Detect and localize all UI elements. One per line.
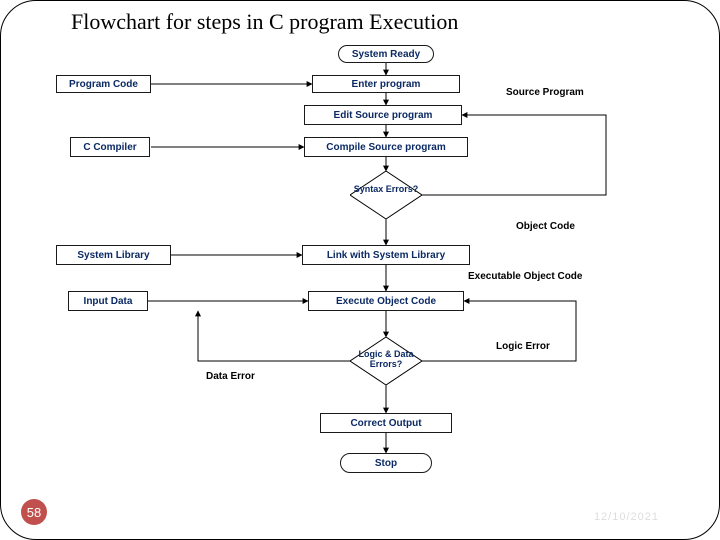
decision-logic-data-label: Logic & Data Errors? xyxy=(350,350,422,370)
terminal-stop: Stop xyxy=(340,453,432,473)
label-object-code: Object Code xyxy=(516,221,575,232)
flowchart: System Ready Enter program Edit Source p… xyxy=(56,45,666,520)
step-enter-program: Enter program xyxy=(312,75,460,93)
label-data-error: Data Error xyxy=(206,371,255,382)
step-execute-object: Execute Object Code xyxy=(308,291,464,311)
step-compile-source: Compile Source program xyxy=(304,137,468,157)
input-c-compiler: C Compiler xyxy=(70,137,150,157)
input-input-data: Input Data xyxy=(68,291,148,311)
label-source-program: Source Program xyxy=(506,87,584,98)
page-number-badge: 58 xyxy=(21,499,47,525)
input-program-code: Program Code xyxy=(56,75,151,93)
terminal-system-ready: System Ready xyxy=(338,45,434,63)
decision-syntax-errors xyxy=(350,171,422,219)
step-link-library: Link with System Library xyxy=(302,245,470,265)
label-executable-object-code: Executable Object Code xyxy=(468,271,582,282)
decision-syntax-label: Syntax Errors? xyxy=(350,185,422,195)
label-logic-error: Logic Error xyxy=(496,341,550,352)
step-edit-source: Edit Source program xyxy=(304,105,462,125)
page-title: Flowchart for steps in C program Executi… xyxy=(71,9,458,35)
step-correct-output: Correct Output xyxy=(320,413,452,433)
input-system-library: System Library xyxy=(56,245,171,265)
